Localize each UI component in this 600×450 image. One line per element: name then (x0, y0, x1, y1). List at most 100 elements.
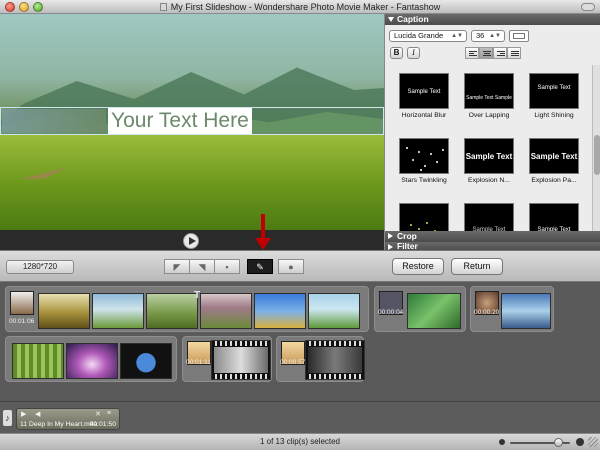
preview-canvas[interactable]: Your Text Here (0, 14, 384, 230)
minimize-window-button[interactable] (19, 2, 29, 12)
video-clip-thumbnail[interactable] (305, 340, 365, 380)
align-right-button[interactable] (493, 47, 507, 59)
play-button[interactable] (183, 233, 199, 249)
status-bar: 1 of 13 clip(s) selected (0, 433, 600, 450)
settings-icon[interactable]: ≡ (107, 410, 111, 417)
effect-thumbnail (399, 203, 449, 231)
effect-explosion-pa[interactable]: Sample Text Explosion Pa... (525, 134, 583, 194)
effect-thumbnail: Sample Text (464, 203, 514, 231)
align-justify-button[interactable] (507, 47, 521, 59)
zoom-window-button[interactable] (33, 2, 43, 12)
clip-thumbnail[interactable] (38, 293, 90, 329)
clip-duration: 00:01:11 (186, 359, 211, 366)
clip-thumbnail[interactable] (92, 293, 144, 329)
clip-thumbnail[interactable] (200, 293, 252, 329)
effect-label: Stars Twinkling (401, 177, 447, 184)
zoom-slider[interactable] (510, 438, 570, 447)
clip-group[interactable]: 00:00:20 (470, 286, 554, 332)
select-arrows-icon: ▲▼ (451, 33, 463, 39)
effect-light-shining[interactable]: Sample Text Light Shining (525, 69, 583, 129)
clip-thumbnail[interactable] (10, 291, 34, 315)
effect-white-band[interactable]: Sample Text (525, 199, 583, 231)
crop-header-label: Crop (397, 231, 417, 241)
clip-thumbnail[interactable] (501, 293, 551, 329)
edit-caption-button[interactable]: ✎ (247, 259, 273, 274)
caption-effects-grid: Sample Text Horizontal Blur Sample Text … (385, 65, 593, 231)
rotate-left-button[interactable]: ◤ (164, 259, 190, 274)
clip-group[interactable]: 00:01:06 T (5, 286, 369, 332)
annotation-arrow-icon (255, 238, 271, 250)
clip-thumbnail[interactable] (308, 293, 360, 329)
toolbar-toggle-button[interactable] (581, 3, 595, 11)
clip-duration: 00:00:04 (378, 309, 404, 316)
align-left-button[interactable] (465, 47, 479, 59)
effect-horizontal-blur[interactable]: Sample Text Horizontal Blur (395, 69, 453, 129)
clip-thumbnail[interactable] (120, 343, 172, 379)
microphone-icon: ● (288, 262, 294, 272)
font-family-select[interactable]: Lucida Grande ▲▼ (389, 30, 467, 42)
caption-background-strip (2, 109, 106, 133)
record-voice-button[interactable]: ● (278, 259, 304, 274)
effect-sparkle-dust[interactable] (395, 199, 453, 231)
edit-toolbar: 1280*720 ◤ ◥ ▪ ✎ ● Restore Return (0, 250, 600, 282)
return-button[interactable]: Return (451, 258, 503, 275)
color-swatch (513, 33, 525, 39)
zoom-slider-knob[interactable] (554, 438, 563, 447)
font-size-select[interactable]: 36 ▲▼ (471, 30, 505, 42)
clip-group[interactable]: 00:00:57 (276, 336, 365, 382)
play-audio-icon[interactable]: ▶ (21, 410, 26, 418)
effect-explosion-n[interactable]: Sample Text Explosion N... (460, 134, 518, 194)
audio-track: ♪ ▶ ◀ ✕ ≡ 11 Deep In My Heart.m4a 00:01:… (0, 401, 600, 433)
close-window-button[interactable] (5, 2, 15, 12)
zoom-out-icon[interactable] (499, 439, 505, 445)
trash-icon: ▪ (225, 262, 229, 272)
clip-duration: 00:00:20 (474, 309, 500, 316)
bold-button[interactable]: B (390, 47, 403, 59)
clip-group[interactable] (5, 336, 177, 382)
effect-thumbnail: Sample Text (529, 138, 579, 174)
effect-thumbnail: Sample Text (464, 138, 514, 174)
effect-over-lapping[interactable]: Sample Text Sample Text Over Lapping (460, 69, 518, 129)
resize-grip-icon[interactable] (588, 437, 598, 447)
rotate-left-icon: ◤ (173, 262, 181, 272)
restore-button[interactable]: Restore (392, 258, 444, 275)
select-arrows-icon: ▲▼ (489, 33, 501, 39)
effect-label: Horizontal Blur (401, 112, 447, 119)
preview-field (0, 134, 384, 230)
caption-panel: Caption Lucida Grande ▲▼ 36 ▲▼ B I Sampl… (384, 14, 600, 251)
font-family-value: Lucida Grande (394, 31, 444, 40)
zoom-in-icon[interactable] (576, 438, 584, 446)
window-titlebar: My First Slideshow - Wondershare Photo M… (0, 0, 600, 14)
video-clip-thumbnail[interactable] (211, 340, 271, 380)
caption-text-box[interactable]: Your Text Here (108, 108, 252, 134)
expand-down-icon (388, 17, 394, 22)
effects-scrollbar[interactable] (592, 65, 600, 231)
effect-thumbnail: Sample Text (529, 73, 579, 109)
effect-strip-text[interactable]: Sample Text (460, 199, 518, 231)
effect-thumbnail (399, 138, 449, 174)
italic-button[interactable]: I (407, 47, 420, 59)
scrollbar-thumb[interactable] (594, 135, 600, 175)
music-note-icon: ♪ (3, 410, 12, 426)
volume-icon[interactable]: ◀ (35, 410, 40, 418)
close-icon[interactable]: ✕ (95, 410, 101, 418)
clip-group[interactable]: 00:00:04 (374, 286, 466, 332)
audio-duration: 00:01:50 (89, 421, 116, 428)
audio-clip[interactable]: ▶ ◀ ✕ ≡ 11 Deep In My Heart.m4a 00:01:50 (16, 408, 120, 430)
document-icon (159, 3, 167, 11)
clip-thumbnail[interactable] (12, 343, 64, 379)
clip-duration: 00:01:06 (9, 318, 35, 325)
clip-group[interactable]: 00:01:11 (182, 336, 272, 382)
effect-stars-twinkling[interactable]: Stars Twinkling (395, 134, 453, 194)
align-center-button[interactable] (479, 47, 493, 59)
text-color-well[interactable] (509, 30, 529, 42)
clip-thumbnail[interactable] (407, 293, 461, 329)
clip-thumbnail[interactable] (66, 343, 118, 379)
clip-thumbnail[interactable] (146, 293, 198, 329)
window-title: My First Slideshow - Wondershare Photo M… (170, 2, 441, 12)
font-size-value: 36 (476, 31, 485, 40)
rotate-right-button[interactable]: ◥ (189, 259, 215, 274)
delete-button[interactable]: ▪ (214, 259, 240, 274)
clip-thumbnail[interactable] (254, 293, 306, 329)
caption-section-header[interactable]: Caption (385, 14, 600, 25)
